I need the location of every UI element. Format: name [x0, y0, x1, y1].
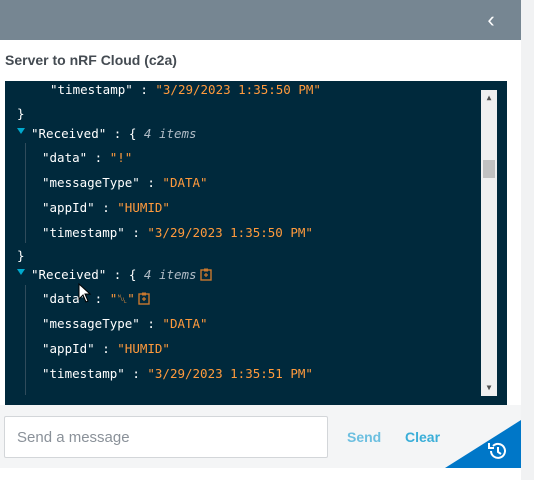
scroll-gutter [521, 0, 534, 480]
json-colon: : [124, 225, 148, 240]
collapse-caret-icon[interactable] [17, 269, 25, 275]
json-key: "Received" [31, 126, 107, 141]
json-line: "appId" : "HUMID" [42, 340, 170, 358]
json-key: "Received" [31, 267, 107, 282]
json-colon: : [124, 366, 148, 381]
json-value: "3/29/2023 1:35:50 PM" [147, 225, 313, 240]
json-colon: : [139, 316, 163, 331]
json-line: "data" : "␀" [42, 290, 150, 308]
send-button[interactable]: Send [347, 426, 381, 448]
json-key: "timestamp" [50, 82, 133, 97]
json-line: "appId" : "HUMID" [42, 199, 170, 217]
scroll-down-icon[interactable]: ▼ [481, 380, 497, 396]
clear-button[interactable]: Clear [405, 426, 440, 448]
json-colon: : { [106, 126, 144, 141]
json-value: "HUMID" [117, 200, 170, 215]
json-brace: } [17, 106, 25, 121]
json-key: "messageType" [42, 175, 140, 190]
json-line: "timestamp" : "3/29/2023 1:35:51 PM" [42, 365, 313, 383]
json-value: "3/29/2023 1:35:51 PM" [147, 366, 313, 381]
json-key: "messageType" [42, 316, 140, 331]
json-line: "timestamp" : "3/29/2023 1:35:50 PM" [42, 224, 313, 242]
json-key: "timestamp" [42, 366, 125, 381]
json-value: "3/29/2023 1:35:50 PM" [155, 82, 321, 97]
panel-header: ‹ [0, 0, 521, 40]
copy-icon[interactable] [199, 268, 212, 281]
json-brace: } [17, 248, 25, 263]
message-input[interactable] [4, 416, 328, 458]
vertical-scrollbar[interactable]: ▲ ▼ [481, 90, 497, 396]
copy-icon[interactable] [138, 292, 150, 305]
json-object-header: "Received" : { 4 items [31, 125, 197, 143]
json-line: "timestamp" : "3/29/2023 1:35:50 PM" [50, 81, 321, 99]
json-object-header: "Received" : { 4 items [31, 266, 212, 284]
json-colon: : [94, 200, 118, 215]
message-log[interactable]: "timestamp" : "3/29/2023 1:35:50 PM" } "… [5, 81, 507, 405]
json-key: "data" [42, 150, 88, 165]
json-colon: : [94, 341, 118, 356]
panel-title: Server to nRF Cloud (c2a) [5, 52, 177, 68]
json-colon: : { [106, 267, 144, 282]
json-line: "messageType" : "DATA" [42, 315, 208, 333]
json-value: "!" [109, 150, 133, 165]
json-colon: : [87, 150, 110, 165]
json-value: "HUMID" [117, 341, 170, 356]
collapse-caret-icon[interactable] [17, 128, 25, 134]
indent-guide [25, 143, 26, 243]
mouse-cursor-icon [78, 283, 92, 303]
scrollbar-thumb[interactable] [483, 160, 495, 178]
json-value: "DATA" [162, 316, 208, 331]
json-colon: : [139, 175, 163, 190]
json-line: "messageType" : "DATA" [42, 174, 208, 192]
item-count: 4 items [143, 126, 197, 141]
json-key: "timestamp" [42, 225, 125, 240]
json-value: "␀" [109, 291, 135, 306]
scroll-up-icon[interactable]: ▲ [481, 90, 497, 106]
item-count: 4 items [143, 267, 197, 282]
json-line: "data" : "!" [42, 149, 132, 167]
json-colon: : [132, 82, 156, 97]
json-key: "appId" [42, 200, 95, 215]
history-corner-button[interactable] [445, 420, 521, 468]
history-icon[interactable] [486, 440, 508, 462]
chevron-left-icon[interactable]: ‹ [479, 8, 503, 32]
json-value: "DATA" [162, 175, 208, 190]
indent-guide [25, 285, 26, 395]
json-key: "appId" [42, 341, 95, 356]
